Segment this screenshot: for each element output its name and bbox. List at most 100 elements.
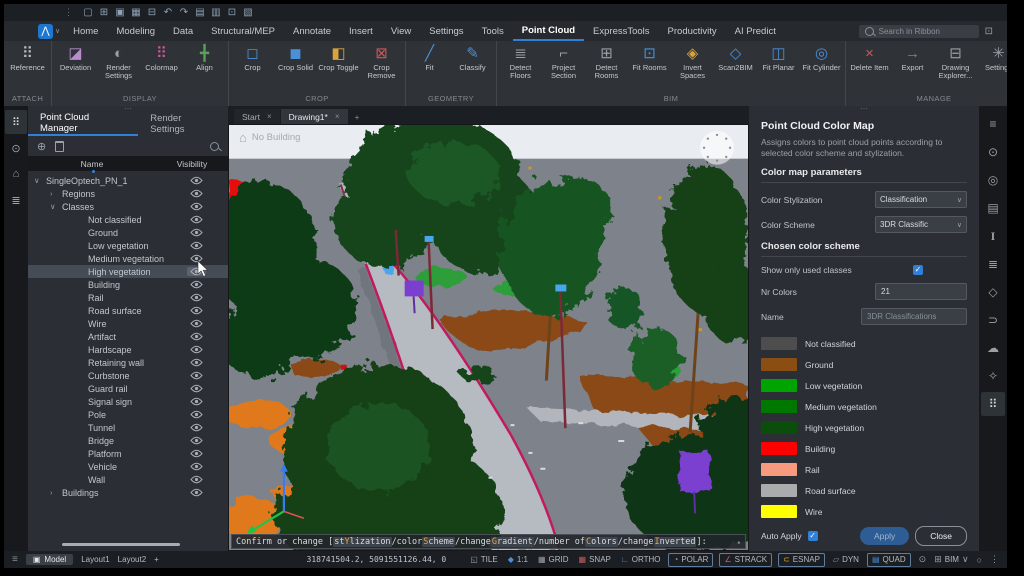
ribbon-button[interactable]: ≣Detect Floors	[499, 44, 542, 81]
command-option-keyword[interactable]: Gradient	[491, 537, 534, 547]
logo-dropdown-icon[interactable]: ∨	[55, 27, 60, 35]
tree-row[interactable]: Road surface	[28, 304, 228, 317]
command-option[interactable]: /number of Colors	[534, 537, 618, 547]
model-tab[interactable]: ▣ Model	[26, 554, 73, 565]
dock-icon[interactable]: I	[981, 224, 1005, 248]
menu-tab[interactable]: Annotate	[284, 21, 340, 41]
status-toggle[interactable]: ∟ ORTHO	[619, 555, 663, 564]
visibility-eye-icon[interactable]	[187, 241, 206, 250]
color-swatch[interactable]	[761, 505, 797, 518]
expander-icon[interactable]: ∨	[50, 202, 62, 211]
ribbon-button[interactable]: ◻Crop	[231, 44, 274, 72]
tree-row[interactable]: Tunnel	[28, 421, 228, 434]
delete-icon[interactable]	[55, 141, 64, 152]
qat-icon[interactable]: ↶	[161, 7, 175, 18]
class-color-row[interactable]: Road surface	[761, 480, 967, 501]
qat-icon[interactable]: ▣	[113, 7, 127, 18]
visibility-eye-icon[interactable]	[187, 280, 206, 289]
qat-icon[interactable]: ▦	[129, 7, 143, 18]
ribbon-button[interactable]: ◐Render Settings	[97, 44, 140, 81]
layout2-tab[interactable]: Layout2	[118, 555, 146, 564]
dock-icon[interactable]: ≡	[981, 112, 1005, 136]
doc-tab-drawing1[interactable]: Drawing1* ×	[281, 109, 348, 124]
ribbon-button[interactable]: ◎Fit Cylinder	[800, 44, 843, 72]
ribbon-button[interactable]: ⠿Colormap	[140, 44, 183, 72]
command-option-keyword[interactable]: Colors	[585, 537, 618, 547]
color-scheme-dropdown[interactable]: 3DR Classific ∨	[875, 216, 967, 233]
color-swatch[interactable]	[761, 337, 797, 350]
ribbon-button[interactable]: ⊡Fit Rooms	[628, 44, 671, 72]
command-line[interactable]: Confirm or change [ stYlization/color Sc…	[231, 534, 746, 549]
menu-tab[interactable]: Home	[64, 21, 107, 41]
home-icon[interactable]: ⌂	[239, 130, 247, 145]
ribbon-button[interactable]: ◧Crop Toggle	[317, 44, 360, 72]
visibility-eye-icon[interactable]	[187, 436, 206, 445]
status-toggle[interactable]: ◆ 1:1	[506, 555, 530, 564]
visibility-eye-icon[interactable]	[187, 176, 206, 185]
visibility-eye-icon[interactable]	[187, 189, 206, 198]
tree-row[interactable]: Wire	[28, 317, 228, 330]
status-overflow-menu-icon[interactable]: ⋮	[990, 554, 999, 565]
dock-icon[interactable]: ⊙	[5, 136, 27, 160]
qat-icon[interactable]: ↷	[177, 7, 191, 18]
command-option[interactable]: /change Gradient	[455, 537, 534, 547]
status-toggle[interactable]: ∠ STRACK	[719, 553, 772, 567]
command-option[interactable]: stYlization	[333, 537, 391, 547]
ribbon-button[interactable]: ◼Crop Solid	[274, 44, 317, 72]
tips-bulb-icon[interactable]: ⊙	[919, 554, 927, 565]
color-swatch[interactable]	[761, 400, 797, 413]
visibility-eye-icon[interactable]	[187, 319, 206, 328]
ribbon-button[interactable]: ⊟Drawing Explorer...	[934, 44, 977, 81]
class-color-row[interactable]: Building	[761, 438, 967, 459]
auto-apply-checkbox[interactable]: ✓	[808, 531, 818, 541]
ribbon-button[interactable]: ⠿Reference	[6, 44, 49, 72]
dock-icon[interactable]: ≣	[5, 188, 27, 212]
visibility-eye-icon[interactable]	[187, 332, 206, 341]
dock-icon[interactable]: ≣	[981, 252, 1005, 276]
visibility-eye-icon[interactable]	[187, 202, 206, 211]
panel-drag-handle[interactable]: ⋯	[761, 106, 967, 112]
layout1-tab[interactable]: Layout1	[81, 555, 109, 564]
qat-icon[interactable]: ▧	[241, 7, 255, 18]
dock-icon[interactable]: ◎	[981, 168, 1005, 192]
ribbon-panel-toggle-icon[interactable]: ⊡	[985, 26, 993, 37]
qat-icon[interactable]: ⊟	[145, 7, 159, 18]
layout-menu-icon[interactable]: ≡	[12, 554, 18, 565]
status-toggle[interactable]: ◱ TILE	[468, 555, 499, 564]
dock-icon[interactable]: ✧	[981, 364, 1005, 388]
ribbon-search-box[interactable]: Search in Ribbon	[859, 25, 979, 38]
color-swatch[interactable]	[761, 463, 797, 476]
ribbon-button[interactable]: ◪Deviation	[54, 44, 97, 72]
doc-tab-start[interactable]: Start ×	[234, 109, 280, 124]
ribbon-button[interactable]: ╋Align	[183, 44, 226, 72]
bim-workspace-selector[interactable]: ⊞ BIM ∨	[934, 554, 968, 565]
visibility-eye-icon[interactable]	[187, 384, 206, 393]
panel-tab[interactable]: Render Settings	[138, 112, 228, 136]
visibility-eye-icon[interactable]	[187, 475, 206, 484]
dock-icon[interactable]: ⊙	[981, 140, 1005, 164]
add-layout-button[interactable]: +	[154, 555, 159, 564]
expander-icon[interactable]: ∨	[34, 176, 46, 185]
tree-row[interactable]: Vehicle	[28, 460, 228, 473]
add-point-cloud-button[interactable]: ⊕	[37, 140, 46, 153]
apply-button[interactable]: Apply	[860, 527, 909, 545]
ribbon-button[interactable]: ◈Invert Spaces	[671, 44, 714, 81]
tree-row[interactable]: Signal sign	[28, 395, 228, 408]
qat-icon[interactable]: ▢	[81, 7, 95, 18]
status-toggle[interactable]: ▤ QUAD	[867, 553, 911, 567]
tree-row[interactable]: Guard rail	[28, 382, 228, 395]
close-icon[interactable]: ×	[267, 112, 272, 121]
tree-row[interactable]: Pole	[28, 408, 228, 421]
color-swatch[interactable]	[761, 421, 797, 434]
command-option-keyword[interactable]: Scheme	[422, 537, 455, 547]
dock-icon[interactable]: ⊃	[981, 308, 1005, 332]
menu-tab[interactable]: Point Cloud	[513, 21, 584, 41]
visibility-eye-icon[interactable]	[187, 345, 206, 354]
menu-tab[interactable]: Productivity	[659, 21, 726, 41]
dock-icon[interactable]: ▤	[981, 196, 1005, 220]
drawing-viewport[interactable]: ⌂ No Building Confirm or change [ stYliz…	[228, 124, 749, 551]
menu-tab[interactable]: AI Predict	[726, 21, 785, 41]
close-icon[interactable]: ×	[335, 112, 340, 121]
qat-icon[interactable]: ⊡	[225, 7, 239, 18]
visibility-column-header[interactable]: Visibility	[156, 159, 228, 169]
